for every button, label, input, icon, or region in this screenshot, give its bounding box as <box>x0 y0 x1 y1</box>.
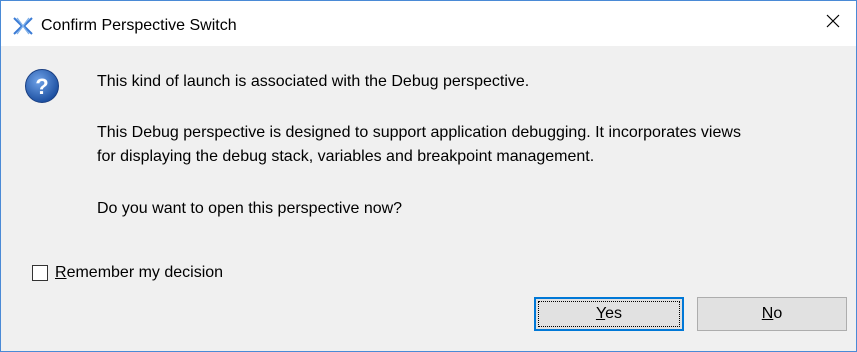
focus-rect <box>538 301 680 327</box>
title-bar: Confirm Perspective Switch <box>1 1 856 46</box>
close-icon <box>825 13 841 34</box>
confirm-dialog: Confirm Perspective Switch ? This kind o… <box>0 0 857 352</box>
message-line: for displaying the debug stack, variable… <box>97 148 595 165</box>
remember-decision-checkbox[interactable]: Remember my decision <box>32 263 223 283</box>
yes-button[interactable]: Yes <box>534 297 684 331</box>
close-button[interactable] <box>810 1 856 46</box>
question-icon: ? <box>24 68 60 104</box>
checkbox-box[interactable] <box>32 265 48 281</box>
message-line: This Debug perspective is designed to su… <box>97 124 741 141</box>
message-line: Do you want to open this perspective now… <box>97 200 403 217</box>
perspective-switch-icon <box>13 17 33 35</box>
window-title: Confirm Perspective Switch <box>41 17 237 34</box>
no-label: No <box>761 305 783 322</box>
no-button[interactable]: No <box>697 297 847 331</box>
svg-text:?: ? <box>35 74 48 99</box>
remember-label: Remember my decision <box>55 264 224 281</box>
message-line: This kind of launch is associated with t… <box>97 73 530 90</box>
